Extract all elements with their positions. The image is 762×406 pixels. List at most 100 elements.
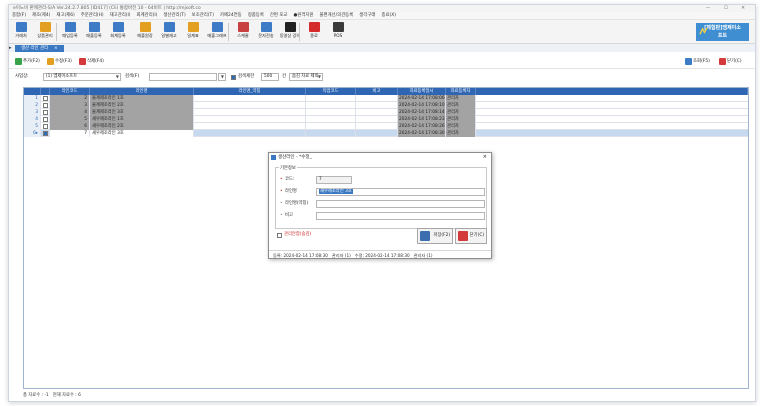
toolbar-button[interactable]: 스케줄 <box>231 22 255 39</box>
table-row[interactable]: 1 2 물계제조라인 1호 2024-02-14 17:08:06 관리자 <box>24 95 748 102</box>
toolbar-button[interactable]: 종료 <box>302 22 326 39</box>
menu-item[interactable]: 종료(X) <box>378 12 399 20</box>
menu-item[interactable]: ●원격지원 <box>290 12 316 20</box>
column-header[interactable]: 라인명 <box>90 88 194 95</box>
toolbar-label: 거래처 <box>15 33 27 38</box>
menu-item[interactable]: 회계관리(I) <box>134 12 161 20</box>
table-row[interactable]: 2 3 물계제조라인 2호 2024-02-14 17:08:10 관리자 <box>24 102 748 109</box>
row-checkbox[interactable] <box>43 96 48 101</box>
toolbar-button[interactable]: 일계표 <box>181 22 205 39</box>
search-dropdown[interactable]: ▼ <box>218 73 226 81</box>
table-row[interactable]: 5 6 새우제조라인 2호 2024-02-14 17:08:26 관리자 <box>24 123 748 130</box>
menu-item[interactable]: 재고관리(I) <box>107 12 134 20</box>
site-select[interactable]: (1) 엠제이소프트 ▼ <box>43 73 121 81</box>
toolbar-icon <box>39 22 51 32</box>
dialog-close-button[interactable]: 닫기(C) <box>455 228 487 244</box>
menu-item[interactable]: 정품등록 <box>245 12 267 20</box>
toolbar-button[interactable]: POS <box>326 22 350 38</box>
row-checkbox-cell <box>41 116 50 123</box>
column-header[interactable]: 라인명_약칭 <box>194 88 306 95</box>
window-controls[interactable]: — ☐ ✕ <box>706 5 751 12</box>
search-input[interactable] <box>149 73 217 81</box>
toolbar-button[interactable]: 매입등록 <box>58 22 82 39</box>
edit-button[interactable]: 수정(F3) <box>47 57 72 66</box>
hide-checkbox[interactable] <box>277 233 282 238</box>
menu-item[interactable]: 생산관리(T) <box>160 12 188 20</box>
main-toolbar: [체험판]엠제이소 프트 거래처 상품관리 매입등록 매출등록 회계등록 매출원장 일별재고… <box>9 20 755 44</box>
menu-item[interactable]: 간편 포교 <box>267 12 291 20</box>
tab-production-line[interactable]: 생산 라인 관리 × <box>15 45 64 52</box>
search-icon <box>685 58 692 65</box>
row-checkbox[interactable] <box>43 124 48 129</box>
basic-info-group: 기본정보 • 코드: 7 • 라인명 새우제조라인 3호 • 라인명(약칭) • 비고 <box>275 165 487 229</box>
cell-work <box>306 123 356 130</box>
toolbar-icon <box>64 22 76 32</box>
row-checkbox[interactable] <box>43 110 48 115</box>
note-field[interactable] <box>316 212 485 220</box>
column-header[interactable]: 작업코드 <box>306 88 356 95</box>
dialog-close-icon[interactable]: × <box>483 153 487 162</box>
search-button[interactable]: 조회(F5) <box>685 57 710 66</box>
close-button[interactable]: 닫기(C) <box>719 57 742 66</box>
toolbar-button[interactable]: 회계등록 <box>106 22 130 39</box>
menu-item[interactable]: 보조관리(T) <box>189 12 217 20</box>
toolbar-button[interactable]: 거래처 <box>9 22 33 39</box>
limit-checkbox[interactable] <box>231 75 236 80</box>
save-button[interactable]: 저장(F2) <box>417 228 453 244</box>
cell-alias <box>194 95 306 102</box>
table-row[interactable]: 4 5 새우제조라인 1호 2024-02-14 17:08:23 관리자 <box>24 116 748 123</box>
delete-button[interactable]: 삭제(F4) <box>79 57 104 66</box>
column-header[interactable]: 자료등록자 <box>446 88 476 95</box>
cell-code: 4 <box>50 109 90 116</box>
alias-field[interactable] <box>316 200 485 208</box>
cell-work <box>306 102 356 109</box>
toolbar-icon <box>163 22 175 32</box>
cell-alias <box>194 109 306 116</box>
menu-item[interactable]: 종합(F) <box>9 12 29 20</box>
toolbar-button[interactable]: 상품관리 <box>33 22 57 39</box>
code-field[interactable]: 7 <box>316 176 352 184</box>
edit-icon <box>47 58 54 65</box>
menu-item[interactable]: 재고(제6) <box>53 12 77 20</box>
cell-name: 새우제조라인 3호 <box>90 130 194 137</box>
toolbar-label: 일별재고 <box>161 33 177 38</box>
cell-date: 2024-02-14 17:08:23 <box>398 116 446 123</box>
toolbar-button[interactable]: 일별재고 <box>157 22 181 39</box>
table-row[interactable]: 6▸ 7 새우제조라인 3호 2024-02-14 17:08:30 관리자 <box>24 130 748 137</box>
menu-item[interactable]: 주문관리(H) <box>78 12 107 20</box>
code-row: • 코드: <box>280 177 295 182</box>
cell-work <box>306 116 356 123</box>
row-checkbox[interactable] <box>43 103 48 108</box>
toolbar-button[interactable]: 문자전송 <box>254 22 278 39</box>
mode-select[interactable]: 숨김 자료 제외 ▼ <box>289 73 323 81</box>
column-header[interactable]: 비고 <box>356 88 398 95</box>
toolbar-button[interactable]: 매출등록 <box>82 22 106 39</box>
column-header[interactable] <box>476 88 748 95</box>
row-checkbox[interactable] <box>43 131 48 136</box>
cell-work <box>306 95 356 102</box>
column-header[interactable]: 라인코드 <box>50 88 90 95</box>
column-header[interactable] <box>24 88 41 95</box>
toolbar-label: 일계표 <box>187 33 199 38</box>
cell-name: 물계제조라인 1호 <box>90 95 194 102</box>
cell-alias <box>194 123 306 130</box>
toolbar-button[interactable]: 매출원장 <box>133 22 157 39</box>
tab-nav-arrow-icon[interactable]: ▸ <box>9 45 14 51</box>
menu-item[interactable]: 생각구래 <box>356 12 378 20</box>
column-header[interactable]: 자료등록일시 <box>398 88 446 95</box>
limit-input[interactable]: 500 <box>261 73 279 81</box>
column-header[interactable] <box>41 88 50 95</box>
cell-date: 2024-02-14 17:08:10 <box>398 102 446 109</box>
add-button[interactable]: 추가(F2) <box>15 57 40 66</box>
menu-item[interactable]: 카페24연동 <box>217 12 245 20</box>
table-row[interactable]: 3 4 물계제조라인 3호 2024-02-14 17:08:14 관리자 <box>24 109 748 116</box>
menu-item[interactable]: 불편개선/의견등록 <box>316 12 356 20</box>
cell-code: 3 <box>50 102 90 109</box>
row-checkbox[interactable] <box>43 117 48 122</box>
name-field[interactable]: 새우제조라인 3호 <box>316 188 485 196</box>
toolbar-button[interactable]: 매출그래프 <box>205 22 229 39</box>
tab-close-icon[interactable]: × <box>54 46 58 51</box>
cell-code: 5 <box>50 116 90 123</box>
menu-item[interactable]: 제조(제4) <box>29 12 53 20</box>
toolbar-label: 회계등록 <box>110 33 126 38</box>
